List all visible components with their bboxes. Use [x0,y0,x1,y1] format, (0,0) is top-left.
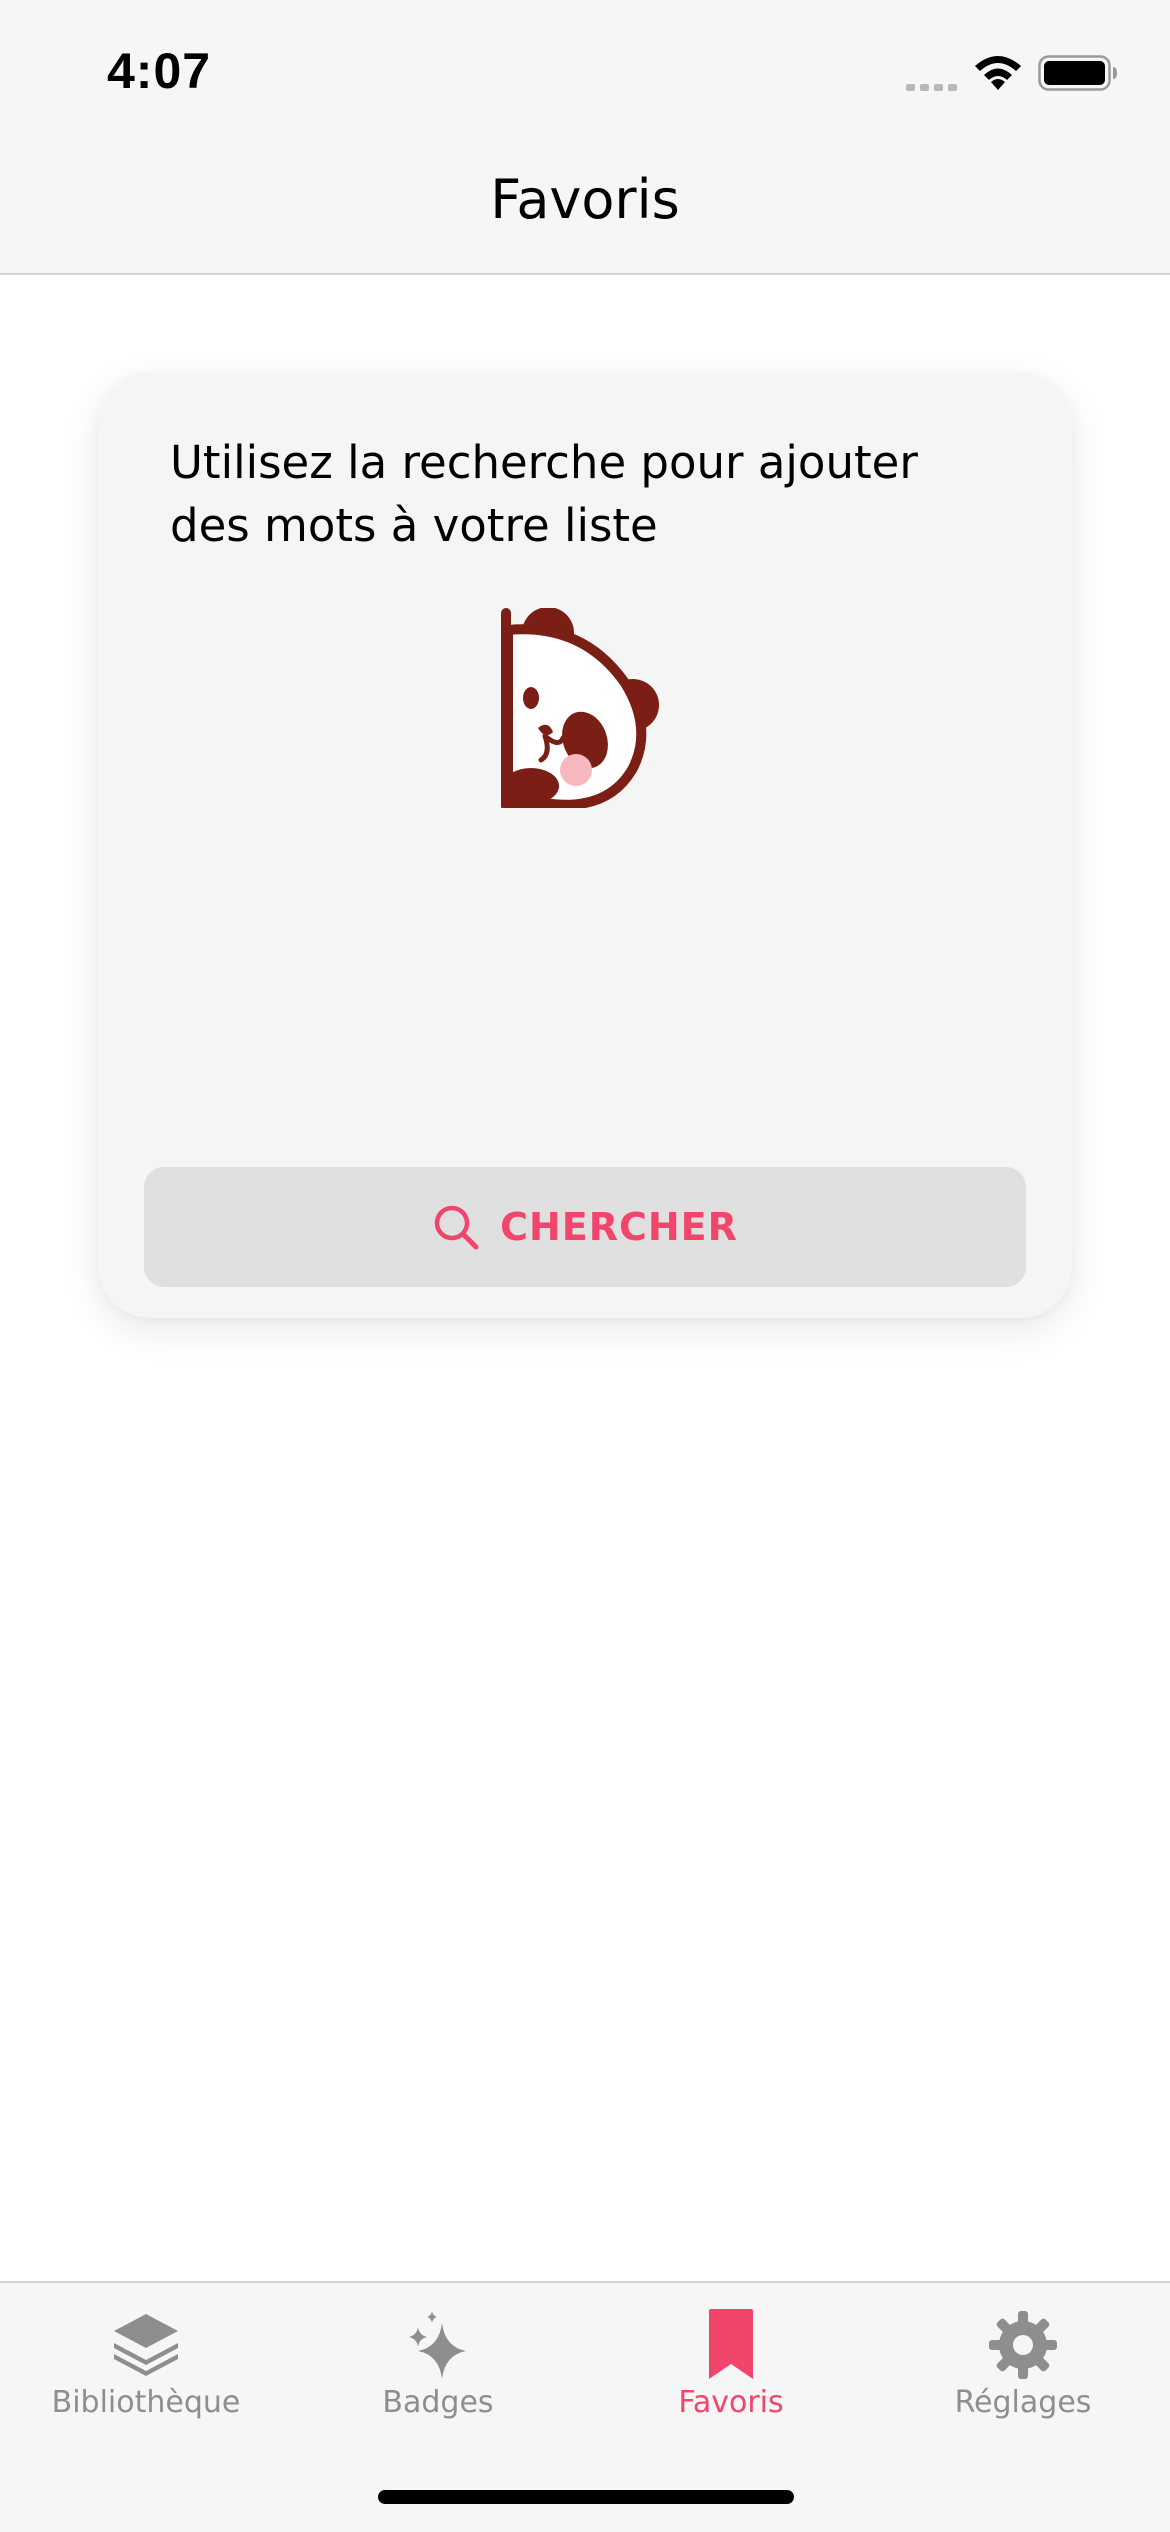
home-indicator[interactable] [378,2490,794,2504]
tab-favoris[interactable]: Favoris [585,2283,877,2433]
tab-badges[interactable]: Badges [292,2283,584,2433]
tab-label: Réglages [954,2385,1092,2420]
signal-icon [906,84,957,91]
tab-label: Favoris [678,2385,784,2420]
empty-favorites-card: Utilisez la recherche pour ajouter des m… [98,373,1072,1318]
empty-state-message: Utilisez la recherche pour ajouter des m… [170,436,918,552]
sparkles-icon [409,2311,466,2379]
search-button[interactable]: CHERCHER [144,1167,1026,1287]
tab-label: Badges [382,2385,494,2420]
navigation-header: 4:07 Favoris [0,0,1170,275]
panda-peeking-illustration [501,608,659,808]
page-title: Favoris [490,168,680,231]
tab-reglages[interactable]: Réglages [877,2283,1169,2433]
gear-icon [989,2311,1057,2379]
tab-label: Bibliothèque [51,2385,241,2420]
favorites-screen: 4:07 Favoris Utilisez la recherche pour … [0,0,1170,2532]
search-button-label: CHERCHER [500,1205,738,1249]
status-time: 4:07 [107,43,212,99]
bookmark-icon [709,2309,753,2379]
search-icon [434,1205,479,1250]
battery-icon [1038,55,1117,91]
tab-bibliotheque[interactable]: Bibliothèque [0,2283,292,2433]
wifi-icon [975,56,1021,90]
layers-icon [114,2314,178,2376]
